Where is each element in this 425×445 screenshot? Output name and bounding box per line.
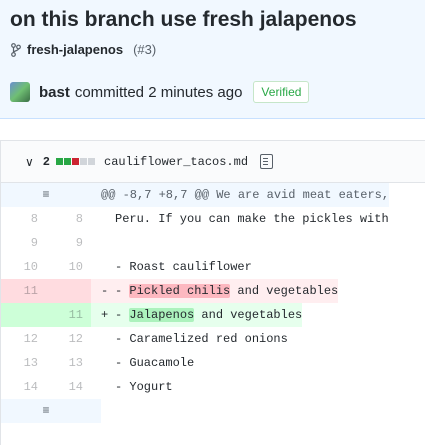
old-line-number[interactable]: 12 bbox=[1, 327, 46, 351]
copy-icon[interactable] bbox=[260, 154, 274, 169]
code-line: -- Pickled chilis and vegetables bbox=[91, 279, 339, 303]
chevron-down-icon[interactable]: ∨ bbox=[25, 155, 34, 169]
verified-badge[interactable]: Verified bbox=[253, 81, 310, 103]
commit-meta: bast committed 2 minutes ago Verified bbox=[10, 81, 310, 103]
old-line-number[interactable]: 10 bbox=[1, 255, 46, 279]
code-line: Peru. If you can make the pickles with bbox=[115, 212, 389, 226]
old-line-number[interactable]: 13 bbox=[1, 351, 46, 375]
commit-time: committed 2 minutes ago bbox=[74, 83, 243, 101]
table-row: 14 14 - Yogurt bbox=[1, 375, 425, 399]
file-header: ∨ 2 cauliflower_tacos.md bbox=[1, 141, 425, 183]
new-line-number[interactable]: 9 bbox=[46, 231, 91, 255]
deleted-highlight: Pickled chilis bbox=[129, 284, 231, 298]
hunk-header: ≡ @@ -8,7 +8,7 @@ We are avid meat eater… bbox=[1, 183, 425, 207]
expand-filler bbox=[91, 399, 101, 423]
hunk-text: @@ -8,7 +8,7 @@ We are avid meat eaters, bbox=[91, 183, 390, 207]
old-line-number[interactable]: 9 bbox=[1, 231, 46, 255]
expand-down-icon[interactable]: ≡ bbox=[1, 399, 91, 423]
diffstat-blocks bbox=[56, 158, 95, 165]
new-line-number[interactable]: 10 bbox=[46, 255, 91, 279]
table-row: 9 9 bbox=[1, 231, 425, 255]
added-row: 11 + - Jalapenos and vegetables bbox=[1, 303, 425, 327]
commit-header: on this branch use fresh jalapenos fresh… bbox=[0, 0, 425, 119]
table-row: 8 8 Peru. If you can make the pickles wi… bbox=[1, 207, 425, 231]
diff-table: ≡ @@ -8,7 +8,7 @@ We are avid meat eater… bbox=[1, 183, 425, 423]
branch-info: fresh-jalapenos (#3) bbox=[11, 42, 156, 57]
diffstat-block bbox=[72, 158, 79, 165]
table-row: 12 12 - Caramelized red onions bbox=[1, 327, 425, 351]
expand-up-icon[interactable]: ≡ bbox=[1, 183, 91, 207]
old-line-number[interactable]: 11 bbox=[1, 279, 46, 303]
diffstat-block bbox=[80, 158, 87, 165]
code-line: - Roast cauliflower bbox=[115, 260, 252, 274]
old-line-number bbox=[1, 303, 46, 327]
new-line-number[interactable]: 14 bbox=[46, 375, 91, 399]
code-line: - Guacamole bbox=[115, 356, 195, 370]
deleted-row: 11 -- Pickled chilis and vegetables bbox=[1, 279, 425, 303]
table-row: 13 13 - Guacamole bbox=[1, 351, 425, 375]
added-highlight: Jalapenos bbox=[129, 308, 195, 322]
table-row: 10 10 - Roast cauliflower bbox=[1, 255, 425, 279]
avatar[interactable] bbox=[10, 82, 30, 102]
code-line: + - Jalapenos and vegetables bbox=[91, 303, 303, 327]
pr-link[interactable]: (#3) bbox=[133, 42, 156, 57]
old-line-number[interactable]: 14 bbox=[1, 375, 46, 399]
diffstat-block bbox=[88, 158, 95, 165]
file-name[interactable]: cauliflower_tacos.md bbox=[104, 155, 248, 169]
diffstat-block bbox=[56, 158, 63, 165]
code-line: - Yogurt bbox=[115, 380, 173, 394]
diffstat-block bbox=[64, 158, 71, 165]
commit-title: on this branch use fresh jalapenos bbox=[10, 8, 357, 31]
new-line-number[interactable]: 11 bbox=[46, 303, 91, 327]
file-diff: ∨ 2 cauliflower_tacos.md ≡ @@ -8,7 +8,7 … bbox=[0, 140, 425, 445]
old-line-number[interactable]: 8 bbox=[1, 207, 46, 231]
expand-row: ≡ bbox=[1, 399, 425, 423]
changes-count: 2 bbox=[42, 154, 50, 169]
new-line-number[interactable]: 12 bbox=[46, 327, 91, 351]
branch-link[interactable]: fresh-jalapenos bbox=[27, 42, 123, 57]
author-link[interactable]: bast bbox=[39, 84, 70, 101]
new-line-number bbox=[46, 279, 91, 303]
new-line-number[interactable]: 13 bbox=[46, 351, 91, 375]
new-line-number[interactable]: 8 bbox=[46, 207, 91, 231]
git-branch-icon bbox=[11, 42, 21, 57]
code-line: - Caramelized red onions bbox=[115, 332, 288, 346]
